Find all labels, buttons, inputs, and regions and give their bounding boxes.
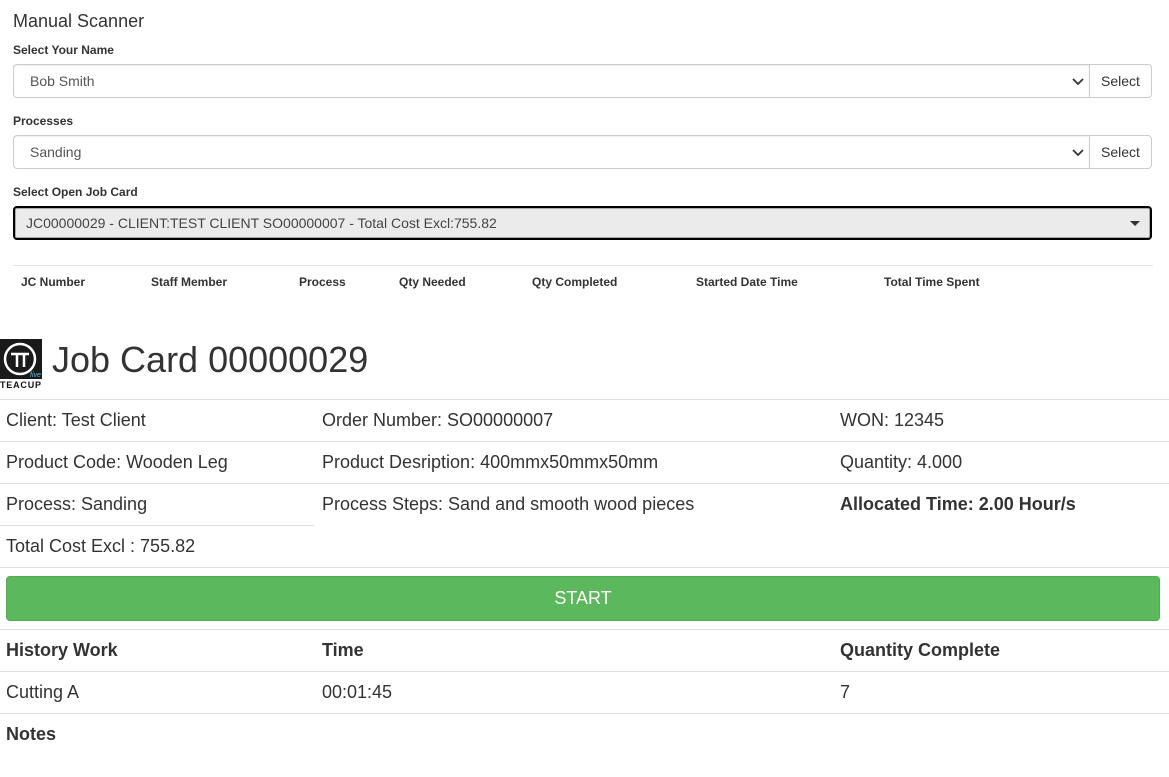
- process-select-group: Sanding Select: [13, 135, 1152, 169]
- jobcard-label: Select Open Job Card: [13, 185, 138, 199]
- divider: [0, 525, 314, 526]
- column-header-history-work: History Work: [6, 640, 118, 660]
- column-header-time: Time: [322, 640, 364, 660]
- process-select[interactable]: Sanding: [13, 135, 1089, 169]
- divider: [0, 483, 1169, 484]
- column-header-qty-needed: Qty Needed: [399, 275, 466, 289]
- page-title: Manual Scanner: [13, 11, 145, 31]
- history-cell-work: Cutting A: [6, 682, 80, 702]
- jobcard-select-value: JC00000029 - CLIENT:TEST CLIENT SO000000…: [26, 215, 497, 231]
- quantity-field: Quantity: 4.000: [840, 452, 963, 472]
- divider: [0, 713, 1169, 714]
- select-name-button[interactable]: Select: [1089, 64, 1152, 98]
- chevron-down-icon: [1072, 149, 1084, 157]
- column-header-staff-member: Staff Member: [151, 275, 228, 289]
- processes-label: Processes: [13, 114, 74, 128]
- divider: [0, 671, 1169, 672]
- name-label: Select Your Name: [13, 43, 114, 57]
- name-select[interactable]: Bob Smith: [13, 64, 1089, 98]
- select-process-button[interactable]: Select: [1089, 135, 1152, 169]
- column-header-process: Process: [299, 275, 346, 289]
- allocated-time-field: Allocated Time: 2.00 Hour/s: [840, 494, 1076, 514]
- divider: [0, 441, 1169, 442]
- teacup-logo: five TEACUP: [0, 339, 42, 389]
- process-field: Process: Sanding: [6, 494, 148, 514]
- chevron-down-icon: [1072, 78, 1084, 86]
- svg-text:TEACUP: TEACUP: [0, 380, 41, 389]
- column-header-jc-number: JC Number: [21, 275, 86, 289]
- svg-text:five: five: [30, 372, 41, 379]
- divider: [0, 567, 1169, 568]
- product-code-field: Product Code: Wooden Leg: [6, 452, 228, 472]
- history-cell-quantity: 7: [840, 682, 851, 702]
- divider: [13, 265, 1153, 266]
- jobcard-select[interactable]: JC00000029 - CLIENT:TEST CLIENT SO000000…: [13, 206, 1152, 240]
- total-cost-field: Total Cost Excl : 755.82: [6, 536, 196, 556]
- name-select-value: Bob Smith: [30, 73, 95, 89]
- column-header-quantity-complete: Quantity Complete: [840, 640, 1001, 660]
- order-number-field: Order Number: SO00000007: [322, 410, 554, 430]
- column-header-started-date-time: Started Date Time: [696, 275, 798, 289]
- history-cell-time: 00:01:45: [322, 682, 393, 702]
- job-card-title: Job Card 00000029: [52, 339, 369, 380]
- product-description-field: Product Desription: 400mmx50mmx50mm: [322, 452, 659, 472]
- client-field: Client: Test Client: [6, 410, 146, 430]
- caret-down-icon: [1130, 221, 1140, 226]
- process-steps-field: Process Steps: Sand and smooth wood piec…: [322, 494, 695, 514]
- divider: [0, 629, 1169, 630]
- process-select-value: Sanding: [30, 144, 82, 160]
- notes-heading: Notes: [6, 724, 57, 744]
- won-field: WON: 12345: [840, 410, 945, 430]
- column-header-total-time-spent: Total Time Spent: [884, 275, 980, 289]
- column-header-qty-completed: Qty Completed: [532, 275, 618, 289]
- start-button[interactable]: START: [6, 576, 1160, 621]
- name-select-group: Bob Smith Select: [13, 64, 1152, 98]
- divider: [0, 399, 1169, 400]
